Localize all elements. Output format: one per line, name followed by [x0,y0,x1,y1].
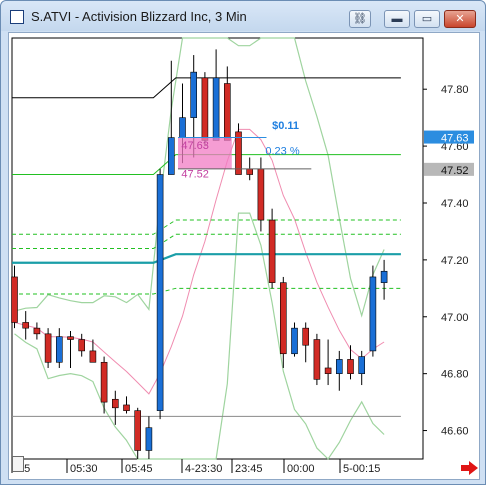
minimize-icon[interactable]: ▬ [384,10,410,28]
scroll-handle[interactable] [12,456,24,472]
y-tick-label: 46.60 [441,426,469,438]
candle-body [335,359,343,374]
candle-body [168,137,175,175]
candle-body [11,276,18,323]
price-chart[interactable]: 47.6347.52$0.110.23 % 47.8047.6047.4047.… [9,33,481,481]
arrow-right-icon[interactable] [460,461,480,475]
candle-body [358,356,366,374]
candle-body [347,359,354,374]
candle [313,333,321,386]
x-tick-label: 05:30 [70,463,98,475]
candle-body [313,339,321,380]
candle-body [33,327,41,335]
candle-body [22,322,29,329]
candle [44,328,52,368]
candle-body [369,276,377,352]
x-tick-label: 00:00 [287,463,315,475]
x-tick-label: 5-00:15 [343,463,380,475]
candle-body [190,71,197,118]
y-tick-label: 47.40 [441,198,469,210]
current-price-marker-label: 47.63 [441,133,469,145]
maximize-icon[interactable]: ▭ [414,10,440,28]
chart-app-icon [10,10,24,24]
candle-body [179,117,186,138]
candle-body [224,83,231,141]
candle-body [235,131,242,175]
candle-body [212,77,220,141]
title-bar[interactable]: S.ATVI - Activision Blizzard Inc, 3 Min … [1,1,485,31]
candle-body [78,339,85,352]
x-tick-label: 05:45 [125,463,153,475]
candle-body [112,398,119,409]
y-tick-label: 47.20 [441,255,469,267]
candle [369,265,377,357]
candle-body [44,333,52,363]
candle [268,208,276,289]
y-tick-label: 46.80 [441,369,469,381]
candle-body [123,404,130,411]
candle-body [201,77,209,141]
y-tick-label: 47.80 [441,84,469,96]
chart-client-area[interactable]: 47.63 47.52 $0.11 0.23 % 47.80 47.60 47.40 47.… [8,32,480,480]
candle-body [145,427,153,451]
x-tick-label: 4-23:30 [185,463,222,475]
box-low-label: 47.52 [181,168,209,180]
x-tick-label: 23:45 [235,463,263,475]
candle-body [156,174,164,411]
candle [156,168,164,420]
window-title: S.ATVI - Activision Blizzard Inc, 3 Min [31,9,247,24]
candle-body [100,361,108,403]
reference-price-marker-label: 47.52 [441,165,469,177]
candle [201,72,209,147]
candle-body [257,168,265,221]
change-dollar-label: $0.11 [272,120,299,132]
candle-body [279,282,287,355]
candle-body [291,327,298,355]
candle-body [67,336,74,340]
y-tick-label: 47.00 [441,312,469,324]
box-high-label: 47.63 [181,140,209,152]
candle-body [55,336,63,363]
candle-body [134,410,141,451]
candle-body [324,367,332,374]
link-icon[interactable]: ⛓ [349,10,371,28]
chart-window: S.ATVI - Activision Blizzard Inc, 3 Min … [0,0,486,485]
change-percent-label: 0.23 % [265,146,299,158]
candle-body [246,168,253,175]
close-icon[interactable]: ✕ [444,10,476,28]
candle-body [380,270,388,283]
candle-body [89,350,97,363]
candle-body [268,219,276,283]
candle-body [302,327,310,346]
